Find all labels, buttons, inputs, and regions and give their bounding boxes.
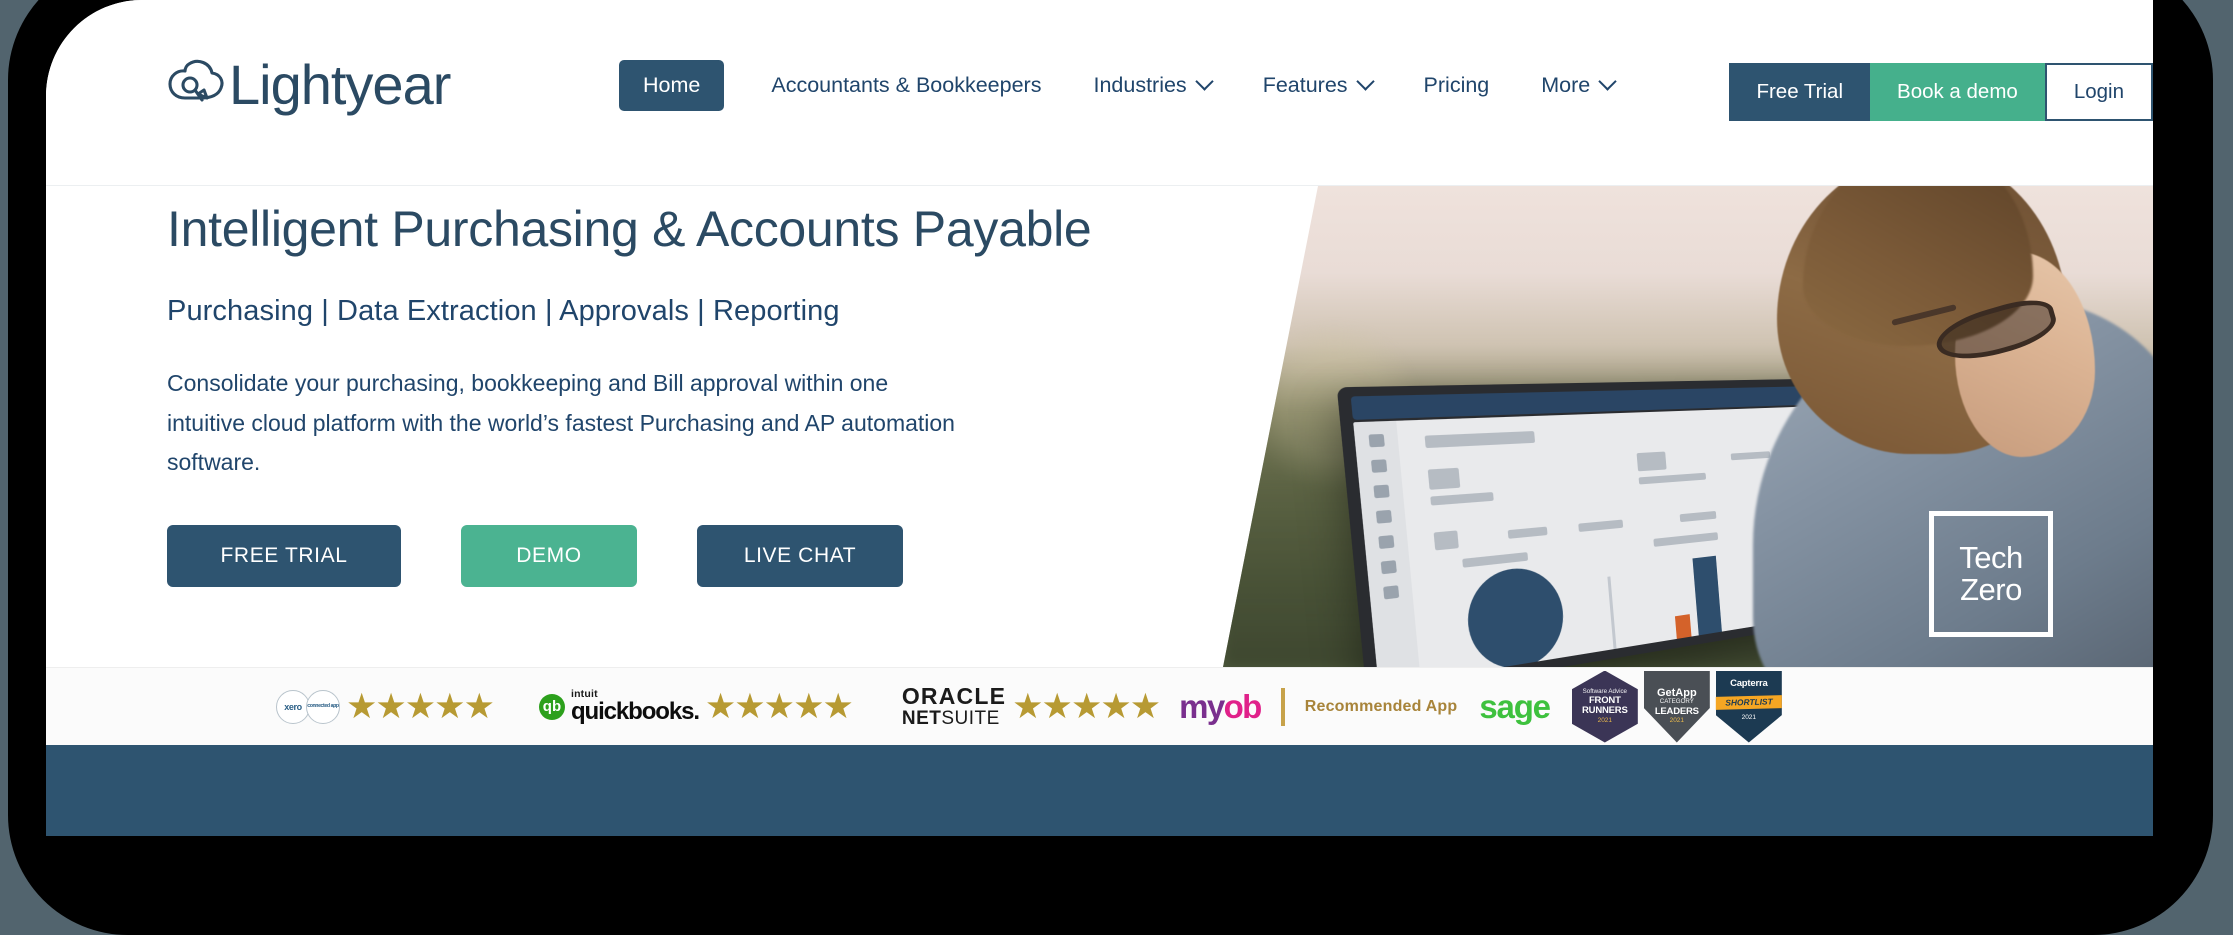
star-icon: ★ xyxy=(1129,687,1161,726)
hero-subtitle: Purchasing | Data Extraction | Approvals… xyxy=(167,295,840,327)
integration-logos-strip: xero connected app ★ ★ ★ ★ ★ qb intuit q… xyxy=(46,667,2153,745)
hero-description: Consolidate your purchasing, bookkeeping… xyxy=(167,370,955,476)
oracle-netsuite-rating-group: ORACLE NETSUITE ★ ★ ★ ★ ★ xyxy=(886,682,1161,729)
hero-section: Tech Zero Intelligent Purchasing & Accou… xyxy=(46,186,2153,667)
nav-item-more[interactable]: More xyxy=(1541,71,1617,98)
nav-item-pricing[interactable]: Pricing xyxy=(1424,73,1490,98)
star-icon: ★ xyxy=(463,687,495,726)
tech-zero-badge: Tech Zero xyxy=(1929,511,2053,637)
hero-live-chat-button[interactable]: LIVE CHAT xyxy=(697,524,903,587)
badge-year: 2021 xyxy=(1669,717,1685,725)
hero-photo: Tech Zero xyxy=(1223,186,2153,667)
xero-mark: xero xyxy=(276,689,310,724)
cloud-search-icon xyxy=(168,59,224,102)
getapp-category-leaders-badge: GetApp CATEGORY LEADERS 2021 xyxy=(1643,670,1710,743)
nav-label: More xyxy=(1541,72,1591,97)
chevron-down-icon xyxy=(1194,71,1214,91)
chevron-down-icon xyxy=(1598,71,1617,91)
sage-logo: sage xyxy=(1479,688,1551,725)
xero-label: xero xyxy=(284,701,302,712)
nav-label: Accountants & Bookkeepers xyxy=(771,72,1042,97)
page-section-band xyxy=(46,745,2153,836)
badge-year: 2021 xyxy=(1741,714,1757,722)
star-icon: ★ xyxy=(704,687,736,726)
login-button[interactable]: Login xyxy=(2044,63,2153,121)
lightyear-logo[interactable]: Lightyear xyxy=(167,42,467,128)
xero-rating-group: xero connected app ★ ★ ★ ★ ★ xyxy=(276,687,495,726)
main-navigation: Home Accountants & Bookkeepers Industrie… xyxy=(619,55,1666,115)
badge-top-label: Software Advice xyxy=(1582,687,1627,695)
capterra-shortlist-badge: Capterra SHORTLIST 2021 xyxy=(1715,670,1782,743)
myob-logo: myob xyxy=(1179,688,1263,725)
nav-label: Features xyxy=(1262,72,1348,97)
badge-main-label: LEADERS xyxy=(1654,705,1699,717)
nav-item-accountants-bookkeepers[interactable]: Accountants & Bookkeepers xyxy=(771,73,1041,98)
quickbooks-logo: qb intuit quickbooks. xyxy=(538,689,700,726)
star-icon: ★ xyxy=(822,687,853,726)
software-advice-front-runners-badge: Software Advice FRONT RUNNERS 2021 xyxy=(1571,670,1638,743)
logo-wordmark: Lightyear xyxy=(229,53,451,116)
badge-sub-label: CATEGORY xyxy=(1659,698,1694,706)
chevron-down-icon xyxy=(1355,71,1375,91)
star-icon: ★ xyxy=(375,687,406,726)
xero-connected-app-mark: connected app xyxy=(306,689,340,724)
badge-year: 2021 xyxy=(1597,716,1613,724)
netsuite-label-b: SUITE xyxy=(941,707,1000,729)
xero-sublabel: connected app xyxy=(307,702,339,709)
tech-zero-line1: Tech xyxy=(1959,540,2023,576)
book-a-demo-button[interactable]: Book a demo xyxy=(1870,63,2045,121)
nav-label: Pricing xyxy=(1423,72,1490,97)
tech-zero-line2: Zero xyxy=(1960,572,2022,607)
nav-item-industries[interactable]: Industries xyxy=(1093,71,1214,98)
award-badges: Software Advice FRONT RUNNERS 2021 GetAp… xyxy=(1571,670,1782,743)
divider xyxy=(1280,687,1285,726)
site-header: Lightyear Home Accountants & Bookkeepers… xyxy=(46,0,2153,186)
star-icon: ★ xyxy=(346,687,377,726)
star-icon: ★ xyxy=(1100,687,1131,726)
xero-logo: xero connected app xyxy=(276,689,340,724)
star-icon: ★ xyxy=(404,687,436,726)
free-trial-button[interactable]: Free Trial xyxy=(1729,63,1871,121)
hero-demo-button[interactable]: DEMO xyxy=(461,524,637,587)
myob-recommended-app-note: Recommended App xyxy=(1304,697,1458,715)
myob-label-b: ob xyxy=(1223,688,1263,725)
nav-label: Industries xyxy=(1093,72,1187,97)
star-icon: ★ xyxy=(1041,687,1073,726)
star-icon: ★ xyxy=(1012,687,1043,726)
star-icon: ★ xyxy=(793,687,824,726)
dashboard-bar xyxy=(1692,555,1723,641)
dashboard-pie-chart xyxy=(1463,563,1568,667)
star-icon: ★ xyxy=(763,687,795,726)
hero-copy-block: Intelligent Purchasing & Accounts Payabl… xyxy=(167,200,1227,587)
browser-page-viewport: Lightyear Home Accountants & Bookkeepers… xyxy=(46,0,2153,836)
badge-top-label: Capterra xyxy=(1730,678,1768,690)
myob-group: myob Recommended App xyxy=(1179,687,1458,726)
header-action-buttons: Free Trial Book a demo Login xyxy=(1729,63,2153,121)
star-icon: ★ xyxy=(434,687,465,726)
hero-cta-buttons: FREE TRIAL DEMO LIVE CHAT xyxy=(167,524,1227,587)
nav-item-features[interactable]: Features xyxy=(1262,71,1375,98)
dashboard-bar xyxy=(1674,614,1692,644)
myob-label-a: my xyxy=(1179,688,1225,725)
nav-item-home[interactable]: Home xyxy=(619,59,725,111)
quickbooks-star-rating: ★ ★ ★ ★ ★ xyxy=(704,687,854,726)
quickbooks-rating-group: qb intuit quickbooks. ★ ★ ★ ★ ★ xyxy=(523,687,854,726)
oracle-netsuite-star-rating: ★ ★ ★ ★ ★ xyxy=(1012,687,1161,726)
star-icon: ★ xyxy=(734,687,765,726)
oracle-label: ORACLE xyxy=(901,682,1007,709)
hero-free-trial-button[interactable]: FREE TRIAL xyxy=(167,524,401,587)
netsuite-label-a: NET xyxy=(901,707,942,729)
oracle-netsuite-logo: ORACLE NETSUITE xyxy=(901,682,1007,729)
quickbooks-label: quickbooks. xyxy=(570,698,700,726)
badge-main-label: SHORTLIST xyxy=(1715,695,1782,710)
badge-main-label: FRONT RUNNERS xyxy=(1582,695,1628,716)
dashboard-sidebar xyxy=(1353,420,1421,667)
quickbooks-mark-icon: qb xyxy=(538,693,565,720)
hero-title: Intelligent Purchasing & Accounts Payabl… xyxy=(167,201,1092,257)
star-icon: ★ xyxy=(1070,687,1102,726)
xero-star-rating: ★ ★ ★ ★ ★ xyxy=(346,687,495,726)
